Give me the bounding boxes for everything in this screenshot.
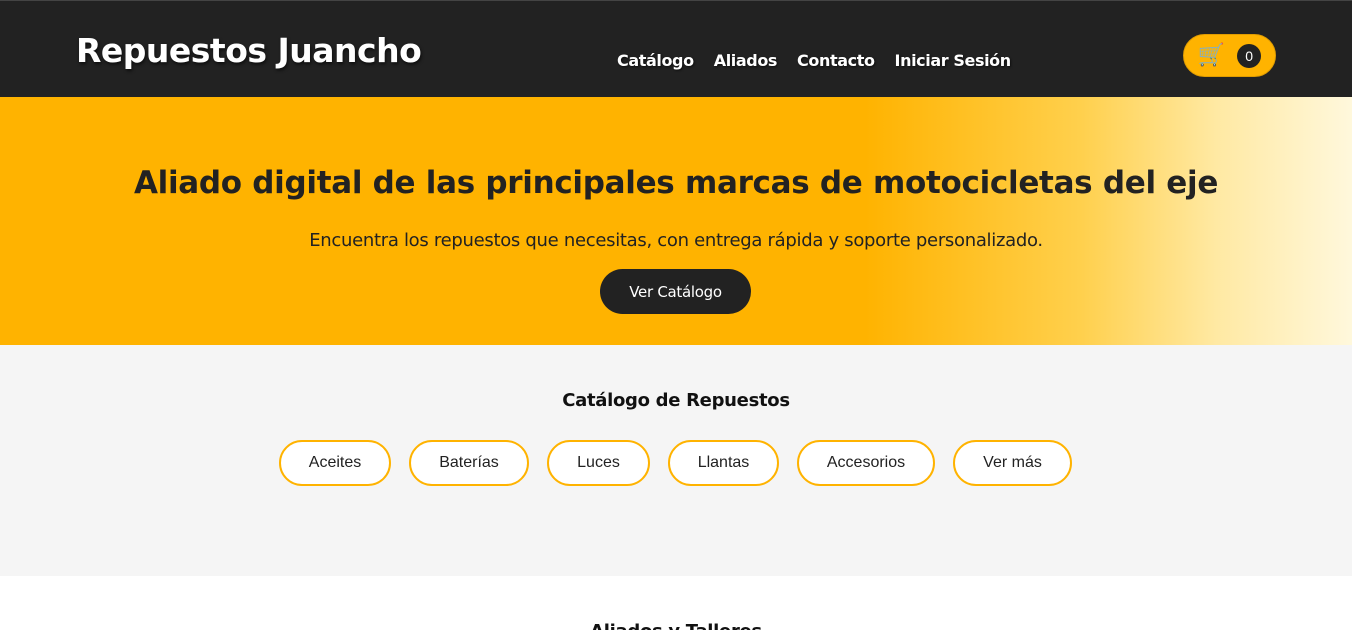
category-button-llantas[interactable]: Llantas bbox=[668, 440, 779, 486]
category-button-aceites[interactable]: Aceites bbox=[279, 440, 391, 486]
nav-link-contacto[interactable]: Contacto bbox=[797, 51, 875, 70]
nav-link-aliados[interactable]: Aliados bbox=[714, 51, 778, 70]
allies-section: Aliados y Talleres bbox=[0, 576, 1352, 630]
category-button-luces[interactable]: Luces bbox=[547, 440, 650, 486]
category-button-baterias[interactable]: Baterías bbox=[409, 440, 529, 486]
main-nav: Catálogo Aliados Contacto Iniciar Sesión bbox=[617, 51, 1031, 70]
category-button-accesorios[interactable]: Accesorios bbox=[797, 440, 935, 486]
category-button-ver-mas[interactable]: Ver más bbox=[953, 440, 1072, 486]
allies-title: Aliados y Talleres bbox=[0, 621, 1352, 630]
cart-icon: 🛒 bbox=[1197, 42, 1226, 68]
nav-link-iniciar-sesion[interactable]: Iniciar Sesión bbox=[895, 51, 1012, 70]
catalog-title: Catálogo de Repuestos bbox=[562, 390, 790, 411]
site-logo[interactable]: Repuestos Juancho bbox=[76, 31, 422, 70]
ver-catalogo-button[interactable]: Ver Catálogo bbox=[600, 269, 751, 314]
site-header: Repuestos Juancho Catálogo Aliados Conta… bbox=[0, 0, 1352, 97]
hero-section: Aliado digital de las principales marcas… bbox=[0, 97, 1352, 345]
hero-subtitle: Encuentra los repuestos que necesitas, c… bbox=[309, 230, 1043, 251]
hero-title: Aliado digital de las principales marcas… bbox=[133, 165, 1219, 201]
catalog-section: Catálogo de Repuestos Aceites Baterías L… bbox=[0, 345, 1352, 576]
category-list: Aceites Baterías Luces Llantas Accesorio… bbox=[279, 440, 1090, 486]
nav-link-catalogo[interactable]: Catálogo bbox=[617, 51, 694, 70]
cart-button[interactable]: 🛒 0 bbox=[1183, 34, 1276, 77]
cart-count-badge: 0 bbox=[1237, 43, 1262, 68]
